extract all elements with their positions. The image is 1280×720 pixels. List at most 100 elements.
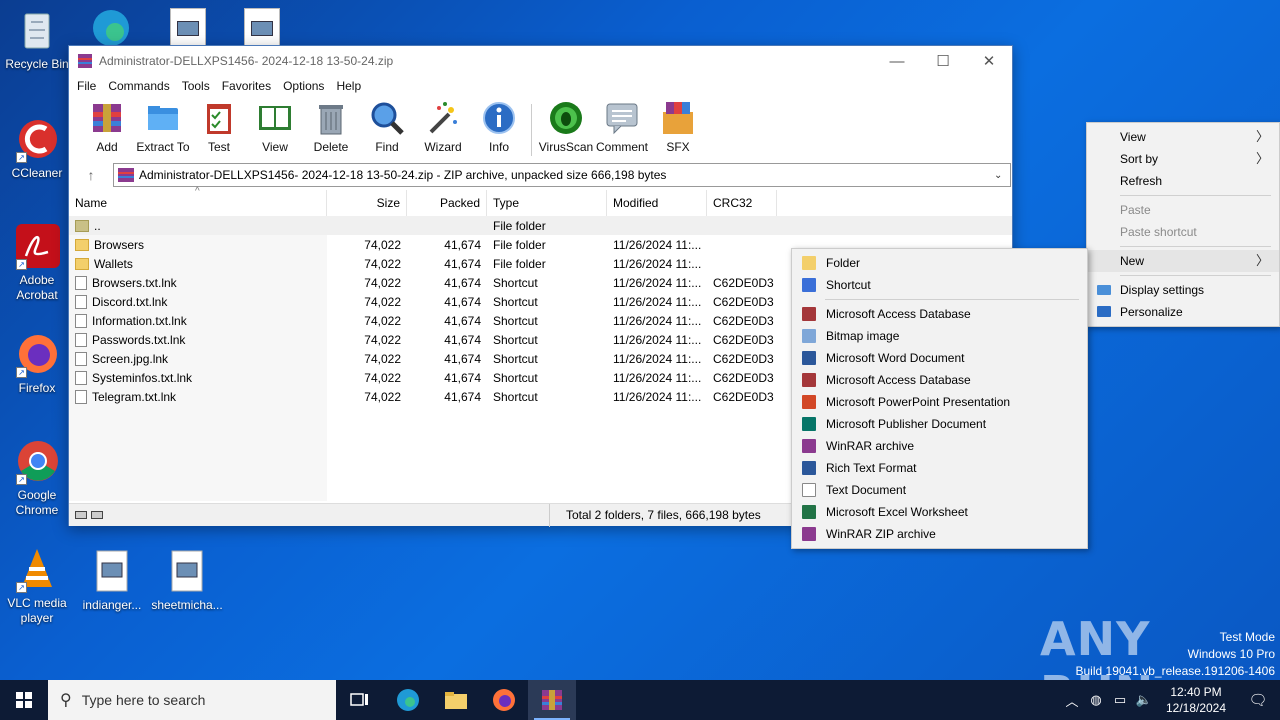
close-button[interactable]: ✕ bbox=[966, 46, 1012, 76]
comment-button[interactable]: Comment bbox=[594, 100, 650, 154]
virusscan-button[interactable]: VirusScan bbox=[538, 100, 594, 154]
find-button[interactable]: Find bbox=[359, 100, 415, 154]
menu-item-label: Folder bbox=[826, 256, 861, 270]
key-icon[interactable] bbox=[91, 511, 103, 519]
menu-item-refresh[interactable]: Refresh bbox=[1087, 170, 1279, 192]
volume-icon[interactable]: 🔈 bbox=[1132, 692, 1156, 708]
add-button[interactable]: Add bbox=[79, 100, 135, 154]
column-header-packed[interactable]: Packed bbox=[407, 190, 487, 216]
maximize-button[interactable]: ☐ bbox=[920, 46, 966, 76]
network-icon[interactable]: ▭ bbox=[1108, 692, 1132, 708]
file-name: Telegram.txt.lnk bbox=[92, 389, 177, 404]
up-arrow-icon[interactable]: ↑ bbox=[69, 167, 113, 183]
menu-commands[interactable]: Commands bbox=[108, 79, 176, 93]
taskbar-winrar[interactable] bbox=[528, 680, 576, 720]
desktop-icon-ccleaner[interactable]: ↗ CCleaner bbox=[1, 117, 73, 181]
column-header-crc32[interactable]: CRC32 bbox=[707, 190, 777, 216]
menu-favorites[interactable]: Favorites bbox=[222, 79, 278, 93]
wizard-label: Wizard bbox=[424, 140, 462, 154]
taskbar-edge[interactable] bbox=[384, 680, 432, 720]
taskbar-search-box[interactable]: ⚲ Type here to search bbox=[48, 680, 336, 720]
extract-to-button[interactable]: Extract To bbox=[135, 100, 191, 154]
trash-icon bbox=[313, 100, 349, 136]
chevron-up-icon[interactable]: ︿ bbox=[1060, 691, 1084, 710]
desktop-icon-adobe-acrobat[interactable]: ↗ Adobe Acrobat bbox=[1, 224, 73, 303]
file-packed: 41,674 bbox=[444, 370, 481, 385]
new-item-microsoft-excel-worksheet[interactable]: Microsoft Excel Worksheet bbox=[792, 501, 1087, 523]
title-bar[interactable]: Administrator-DELLXPS1456- 2024-12-18 13… bbox=[69, 46, 1012, 76]
menu-item-view[interactable]: View 〉 bbox=[1087, 126, 1279, 148]
taskbar-file-explorer[interactable] bbox=[432, 680, 480, 720]
new-item-text-document[interactable]: Text Document bbox=[792, 479, 1087, 501]
new-item-shortcut[interactable]: Shortcut bbox=[792, 274, 1087, 296]
new-item-rich-text-format[interactable]: Rich Text Format bbox=[792, 457, 1087, 479]
start-button[interactable] bbox=[0, 680, 48, 720]
wizard-button[interactable]: Wizard bbox=[415, 100, 471, 154]
archive-path-field[interactable]: Administrator-DELLXPS1456- 2024-12-18 13… bbox=[113, 163, 1011, 187]
desktop-icon-firefox[interactable]: ↗ Firefox bbox=[1, 332, 73, 396]
desktop-icon-sheetmicha[interactable]: sheetmicha... bbox=[151, 549, 223, 613]
delete-button[interactable]: Delete bbox=[303, 100, 359, 154]
table-row[interactable]: .. File folder bbox=[69, 216, 1012, 235]
column-header-size[interactable]: Size bbox=[327, 190, 407, 216]
file-modified: 11/26/2024 11:... bbox=[613, 370, 702, 385]
menu-file[interactable]: File bbox=[77, 79, 103, 93]
new-item-winrar-zip-archive[interactable]: WinRAR ZIP archive bbox=[792, 523, 1087, 545]
menu-item-label: Refresh bbox=[1120, 174, 1163, 188]
menu-item-new[interactable]: New 〉 bbox=[1087, 250, 1279, 272]
edge-desktop-icon[interactable] bbox=[88, 6, 134, 46]
delete-label: Delete bbox=[313, 140, 349, 154]
menu-item-paste[interactable]: Paste bbox=[1087, 199, 1279, 221]
desktop-icon-label: Firefox bbox=[18, 381, 56, 395]
menu-item-label: Rich Text Format bbox=[826, 461, 917, 475]
file-packed: 41,674 bbox=[444, 275, 481, 290]
file-size: 74,022 bbox=[364, 370, 401, 385]
notification-icon[interactable]: 🗨 bbox=[1236, 691, 1280, 709]
new-item-winrar-archive[interactable]: WinRAR archive bbox=[792, 435, 1087, 457]
new-item-microsoft-access-database[interactable]: Microsoft Access Database bbox=[792, 369, 1087, 391]
file-name: .. bbox=[94, 218, 101, 233]
file-name: Passwords.txt.lnk bbox=[92, 332, 186, 347]
desktop-icon-indianger[interactable]: indianger... bbox=[76, 549, 148, 613]
taskbar-firefox[interactable] bbox=[480, 680, 528, 720]
desktop-icon-recycle-bin[interactable]: Recycle Bin bbox=[1, 8, 73, 72]
task-view-button[interactable] bbox=[336, 680, 384, 720]
column-header-type[interactable]: Type bbox=[487, 190, 607, 216]
chevron-down-icon[interactable]: ⌄ bbox=[994, 170, 1010, 181]
menu-help[interactable]: Help bbox=[336, 79, 368, 93]
menu-item-display-settings[interactable]: Display settings bbox=[1087, 279, 1279, 301]
new-item-microsoft-access-database[interactable]: Microsoft Access Database bbox=[792, 303, 1087, 325]
desktop-icon-google-chrome[interactable]: ↗ Google Chrome bbox=[1, 439, 73, 518]
drive-icon[interactable] bbox=[75, 511, 87, 519]
menu-options[interactable]: Options bbox=[283, 79, 331, 93]
file-crc: C62DE0D3 bbox=[713, 389, 774, 404]
menu-item-sort-by[interactable]: Sort by 〉 bbox=[1087, 148, 1279, 170]
comment-bubble-icon bbox=[604, 100, 640, 136]
minimize-button[interactable]: — bbox=[874, 46, 920, 76]
menu-separator bbox=[825, 299, 1079, 300]
file-size: 74,022 bbox=[364, 256, 401, 271]
desktop-file-icon[interactable] bbox=[170, 8, 206, 48]
clock[interactable]: 12:40 PM 12/18/2024 bbox=[1156, 684, 1236, 716]
column-header-modified[interactable]: Modified bbox=[607, 190, 707, 216]
new-item-folder[interactable]: Folder bbox=[792, 252, 1087, 274]
menu-tools[interactable]: Tools bbox=[182, 79, 217, 93]
file-modified: 11/26/2024 11:... bbox=[613, 256, 702, 271]
desktop-icon-vlc[interactable]: ↗ VLC media player bbox=[1, 547, 73, 626]
menu-item-personalize[interactable]: Personalize bbox=[1087, 301, 1279, 323]
test-button[interactable]: Test bbox=[191, 100, 247, 154]
menu-item-label: Microsoft Excel Worksheet bbox=[826, 505, 968, 519]
desktop-file-icon[interactable] bbox=[244, 8, 280, 48]
view-button[interactable]: View bbox=[247, 100, 303, 154]
taskbar: ⚲ Type here to search ︿ ◍ ▭ 🔈 12:40 PM 1… bbox=[0, 680, 1280, 720]
new-item-microsoft-word-document[interactable]: Microsoft Word Document bbox=[792, 347, 1087, 369]
security-icon[interactable]: ◍ bbox=[1084, 692, 1108, 708]
new-item-microsoft-powerpoint-presentation[interactable]: Microsoft PowerPoint Presentation bbox=[792, 391, 1087, 413]
winrar-archive-icon bbox=[802, 439, 816, 453]
new-item-microsoft-publisher-document[interactable]: Microsoft Publisher Document bbox=[792, 413, 1087, 435]
file-size: 74,022 bbox=[364, 351, 401, 366]
menu-item-paste-shortcut[interactable]: Paste shortcut bbox=[1087, 221, 1279, 243]
sfx-button[interactable]: SFX bbox=[650, 100, 706, 154]
info-button[interactable]: Info bbox=[471, 100, 527, 154]
new-item-bitmap-image[interactable]: Bitmap image bbox=[792, 325, 1087, 347]
